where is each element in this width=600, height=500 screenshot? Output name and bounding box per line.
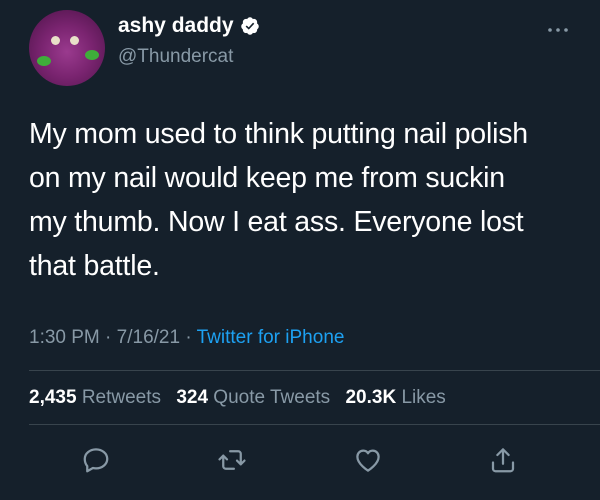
like-button[interactable] [348,440,388,480]
avatar-eye [70,36,79,45]
tweet-card: ashy daddy @Thundercat My mom used to th… [0,0,600,500]
retweets-stat[interactable]: 2,435 Retweets [29,387,166,408]
retweets-label: Retweets [81,387,162,408]
tweet-actions [0,440,600,480]
reply-icon [83,448,109,473]
divider [29,370,600,371]
tweet-time[interactable]: 1:30 PM [29,327,100,348]
heart-icon [356,449,380,472]
more-options-icon[interactable] [546,24,570,36]
avatar[interactable] [29,10,105,86]
meta-separator: · [185,327,192,348]
tweet-meta: 1:30 PM · 7/16/21 · Twitter for iPhone [29,327,344,349]
tweet-text: My mom used to think putting nail polish… [29,118,528,282]
user-handle[interactable]: @Thundercat [118,46,233,68]
tweet-date[interactable]: 7/16/21 [117,327,180,348]
verified-badge-icon [240,17,259,35]
share-button[interactable] [483,440,523,480]
likes-count: 20.3K [345,387,397,408]
quote-tweets-stat[interactable]: 324 Quote Tweets [176,387,335,408]
avatar-spot [37,56,51,66]
quote-tweets-count: 324 [176,387,209,408]
likes-stat[interactable]: 20.3K Likes [345,387,445,408]
tweet-stats: 2,435 Retweets 324 Quote Tweets 20.3K Li… [29,387,456,409]
divider [29,424,600,425]
quote-tweets-label: Quote Tweets [213,387,331,408]
likes-label: Likes [401,387,446,408]
retweets-count: 2,435 [29,387,77,408]
retweet-icon [218,450,246,470]
tweet-source-link[interactable]: Twitter for iPhone [197,327,345,348]
avatar-eye [51,36,60,45]
display-name-text: ashy daddy [118,14,234,37]
reply-button[interactable] [76,440,116,480]
avatar-spot [85,50,99,60]
retweet-button[interactable] [212,440,252,480]
share-icon [491,448,515,473]
display-name[interactable]: ashy daddy [118,14,260,38]
meta-separator: · [105,327,112,348]
